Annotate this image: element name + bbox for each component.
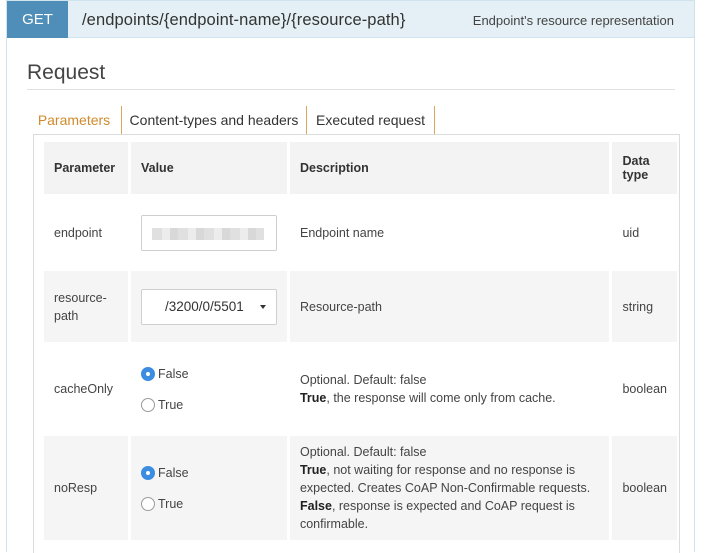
column-header-value: Value <box>130 142 287 197</box>
table-row: noResp False True Optional. Default: fal… <box>44 436 677 543</box>
radio-checked-icon[interactable] <box>140 366 155 381</box>
param-data-type: boolean <box>612 436 677 543</box>
tab-executed-request[interactable]: Executed request <box>307 106 435 134</box>
parameters-panel: Parameter Value Description Data type en… <box>33 134 680 553</box>
param-value-cell <box>130 197 287 271</box>
tab-content-types-and-headers[interactable]: Content-types and headers <box>122 106 307 134</box>
operation-path[interactable]: /endpoints/{endpoint-name}/{resource-pat… <box>82 1 405 38</box>
radio-option-true[interactable]: True <box>140 488 277 519</box>
table-row: cacheOnly False True Optional. Default: … <box>44 345 677 436</box>
description-line: Optional. Default: false <box>299 373 427 387</box>
param-name: noResp <box>44 436 128 543</box>
radio-label: False <box>157 366 189 381</box>
table-header-row: Parameter Value Description Data type <box>44 142 677 197</box>
selected-value: /3200/0/5501 <box>164 298 244 314</box>
radio-label: False <box>157 465 189 480</box>
param-description: Endpoint name <box>289 197 610 271</box>
blurred-value <box>151 227 264 240</box>
radio-option-false[interactable]: False <box>140 457 277 488</box>
column-header-description: Description <box>289 142 610 197</box>
radio-unchecked-icon[interactable] <box>140 496 155 511</box>
param-name-line2: path <box>54 308 79 323</box>
http-method-badge[interactable]: GET <box>7 1 68 38</box>
endpoint-operation: GET /endpoints/{endpoint-name}/{resource… <box>6 0 695 553</box>
description-bold: False <box>299 499 332 513</box>
tab-parameters[interactable]: Parameters <box>27 106 122 134</box>
description-line: True, not waiting for response and no re… <box>300 461 600 497</box>
description-bold: True <box>299 391 327 405</box>
column-header-data-type: Data type <box>612 142 677 197</box>
resource-path-select[interactable]: /3200/0/5501 <box>140 288 277 325</box>
radio-unchecked-icon[interactable] <box>140 397 155 412</box>
section-divider <box>27 89 675 90</box>
operation-header[interactable]: GET /endpoints/{endpoint-name}/{resource… <box>7 1 694 38</box>
radio-label: True <box>157 397 184 412</box>
radio-label: True <box>157 496 184 511</box>
param-data-type: string <box>612 271 677 345</box>
param-name: cacheOnly <box>44 345 128 436</box>
radio-option-false[interactable]: False <box>140 358 277 389</box>
param-value-cell: False True <box>130 436 287 543</box>
parameters-table: Parameter Value Description Data type en… <box>41 142 680 543</box>
param-value-cell: /3200/0/5501 <box>130 271 287 345</box>
column-header-parameter: Parameter <box>44 142 128 197</box>
radio-option-true[interactable]: True <box>140 389 277 420</box>
description-line: True, the response will come only from c… <box>300 389 600 407</box>
param-name: endpoint <box>44 197 128 271</box>
radio-checked-icon[interactable] <box>140 465 155 480</box>
param-data-type: boolean <box>612 345 677 436</box>
table-row: resource- path /3200/0/5501 Resource-pat… <box>44 271 677 345</box>
param-name: resource- path <box>44 271 128 345</box>
request-section-title: Request <box>27 61 106 84</box>
param-description: Resource-path <box>289 271 610 345</box>
column-header-data-type-line2: type <box>622 168 649 182</box>
description-text: , response is expected and CoAP request … <box>299 499 575 531</box>
description-text: , not waiting for response and no respon… <box>299 463 591 495</box>
table-row: endpoint Endpoint name uid <box>44 197 677 271</box>
param-value-cell: False True <box>130 345 287 436</box>
column-header-data-type-line1: Data <box>622 154 650 168</box>
param-name-line1: resource- <box>54 290 107 305</box>
param-description: Optional. Default: false True, the respo… <box>289 345 610 436</box>
chevron-down-icon <box>259 304 266 309</box>
param-data-type: uid <box>612 197 677 271</box>
description-line: False, response is expected and CoAP req… <box>300 497 600 533</box>
operation-summary: Endpoint's resource representation <box>472 13 674 28</box>
description-bold: True <box>299 463 327 477</box>
endpoint-input[interactable] <box>140 214 277 251</box>
description-line: Optional. Default: false <box>299 445 427 459</box>
description-text: , the response will come only from cache… <box>326 391 556 405</box>
param-description: Optional. Default: false True, not waiti… <box>289 436 610 543</box>
